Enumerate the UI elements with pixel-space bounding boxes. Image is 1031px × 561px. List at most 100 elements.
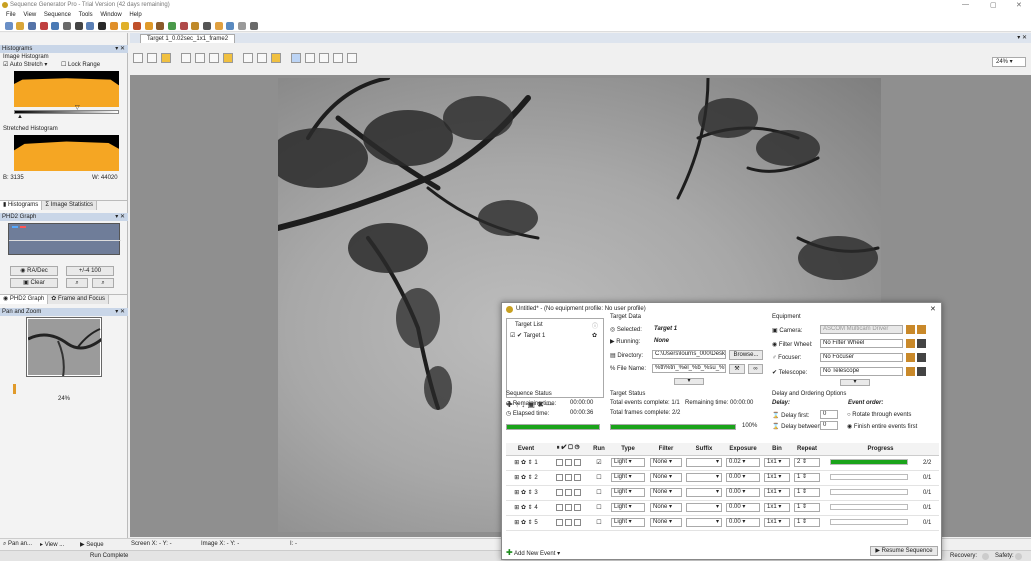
- zoom-fit-icon[interactable]: [209, 53, 219, 63]
- document-tab[interactable]: Target 1_0.02sec_1x1_frame2: [140, 34, 236, 43]
- browse-button[interactable]: Browse...: [729, 350, 763, 360]
- event-row[interactable]: ⊞ ✿ ⇕ 2 ☐ Light ▾ None ▾ ▾ 0.00 ▾ 1x1 ▾ 1 ⇕ 0/1: [506, 470, 939, 486]
- clock-icon[interactable]: [573, 503, 581, 511]
- camera-settings-icon[interactable]: [906, 325, 915, 334]
- telescope-icon[interactable]: [156, 22, 165, 30]
- equipment-expand-button[interactable]: ▾: [840, 379, 870, 386]
- tab-pan-zoom[interactable]: ⌕ Pan an...: [3, 541, 32, 548]
- clock-icon[interactable]: [573, 473, 581, 481]
- repeat-input[interactable]: 2 ⇕: [792, 455, 822, 471]
- run-checkbox[interactable]: ☐: [590, 515, 608, 531]
- new-icon[interactable]: [4, 22, 13, 30]
- filter-connect-icon[interactable]: [917, 339, 926, 348]
- phd2-close-icon[interactable]: ▾ ✕: [115, 213, 125, 221]
- filter-select[interactable]: None ▾: [648, 500, 684, 516]
- crop-icon[interactable]: [291, 53, 301, 63]
- delay-between-input[interactable]: 0: [820, 421, 838, 430]
- suffix-input[interactable]: ▾: [684, 515, 724, 531]
- type-select[interactable]: Light ▾: [608, 515, 648, 531]
- rotate-left-icon[interactable]: [243, 53, 253, 63]
- zoom-out-graph-button[interactable]: ⌕: [92, 278, 114, 288]
- sun-icon[interactable]: [121, 22, 130, 30]
- sigma-icon[interactable]: [74, 22, 83, 30]
- menu-file[interactable]: File: [6, 12, 16, 18]
- col-progress[interactable]: Progress: [822, 443, 939, 456]
- filename-preview-button[interactable]: ∞: [748, 364, 763, 374]
- flip-icon[interactable]: [271, 53, 281, 63]
- clear-button[interactable]: ▣ Clear: [10, 278, 58, 288]
- tab-image-statistics[interactable]: Σ Image Statistics: [42, 201, 98, 210]
- exposure-input[interactable]: 0.00 ▾: [724, 500, 762, 516]
- repeat-input[interactable]: 1 ⇕: [792, 515, 822, 531]
- menu-tools[interactable]: Tools: [79, 12, 93, 18]
- filter-select[interactable]: None ▾: [648, 515, 684, 531]
- menu-sequence[interactable]: Sequence: [44, 12, 71, 18]
- dome-icon[interactable]: [226, 22, 235, 30]
- camera-select[interactable]: ASCOM Multicam Driver: [820, 325, 903, 334]
- scale-button[interactable]: +/-4 100: [66, 266, 114, 276]
- col-filter[interactable]: Filter: [648, 443, 684, 456]
- zoom-select[interactable]: 24% ▾: [992, 57, 1026, 67]
- event-number-cell[interactable]: ⊞ ✿ ⇕ 5: [506, 515, 546, 531]
- run-checkbox[interactable]: ☐: [590, 470, 608, 486]
- chart-icon[interactable]: [63, 22, 72, 30]
- bin-select[interactable]: 1x1 ▾: [762, 485, 792, 501]
- grid-icon[interactable]: [51, 22, 60, 30]
- zoom-icon[interactable]: [86, 22, 95, 30]
- zoom-in-icon[interactable]: [181, 53, 191, 63]
- col-repeat[interactable]: Repeat: [792, 443, 822, 456]
- zoom-in-graph-button[interactable]: ⌕: [66, 278, 88, 288]
- star-icon[interactable]: [161, 53, 171, 63]
- bin-select[interactable]: 1x1 ▾: [762, 455, 792, 471]
- type-select[interactable]: Light ▾: [608, 455, 648, 471]
- add-new-event-button[interactable]: ✚ Add New Event ▾: [506, 548, 560, 557]
- frame-overlay-icon[interactable]: [347, 53, 357, 63]
- col-suffix[interactable]: Suffix: [684, 443, 724, 456]
- telescope-connect-icon[interactable]: [917, 367, 926, 376]
- filename-input[interactable]: %tl\%tn_%el_%b_%su_%fn: [652, 364, 726, 373]
- pause-icon[interactable]: [555, 503, 563, 511]
- layout-icon[interactable]: [249, 22, 258, 30]
- type-select[interactable]: Light ▾: [608, 485, 648, 501]
- tab-phd2-graph[interactable]: ◉ PHD2 Graph: [0, 295, 49, 304]
- col-type[interactable]: Type: [608, 443, 648, 456]
- suffix-input[interactable]: ▾: [684, 455, 724, 471]
- event-number-cell[interactable]: ⊞ ✿ ⇕ 1: [506, 455, 546, 471]
- close-icon[interactable]: ✕: [1016, 1, 1022, 9]
- resume-sequence-button[interactable]: ▶ Resume Sequence: [870, 546, 938, 556]
- run-checkbox[interactable]: ☐: [590, 500, 608, 516]
- filter-select[interactable]: None ▾: [648, 485, 684, 501]
- telescope-select[interactable]: No Telescope: [820, 367, 903, 376]
- event-row[interactable]: ⊞ ✿ ⇕ 3 ☐ Light ▾ None ▾ ▾ 0.00 ▾ 1x1 ▾ 1 ⇕ 0/1: [506, 485, 939, 501]
- check-icon[interactable]: [564, 518, 572, 526]
- delay-first-input[interactable]: 0: [820, 410, 838, 419]
- white-point-marker-icon[interactable]: ▽: [75, 104, 80, 111]
- tab-histograms[interactable]: ▮ Histograms: [0, 201, 43, 210]
- event-icons-cell[interactable]: [546, 470, 590, 486]
- histogram-slider[interactable]: [14, 110, 119, 114]
- black-point-marker-icon[interactable]: ▲: [17, 114, 23, 120]
- filter-settings-icon[interactable]: [906, 339, 915, 348]
- filter-icon[interactable]: [133, 22, 142, 30]
- pan-zoom-slider[interactable]: [13, 384, 16, 394]
- clock-icon[interactable]: [573, 488, 581, 496]
- event-number-cell[interactable]: ⊞ ✿ ⇕ 3: [506, 485, 546, 501]
- exposure-input[interactable]: 0.00 ▾: [724, 515, 762, 531]
- check-icon[interactable]: [564, 473, 572, 481]
- focuser-settings-icon[interactable]: [906, 353, 915, 362]
- suffix-input[interactable]: ▾: [684, 500, 724, 516]
- record-icon[interactable]: [179, 22, 188, 30]
- save-icon[interactable]: [28, 22, 37, 30]
- menu-window[interactable]: Window: [100, 12, 121, 18]
- directory-input[interactable]: C:\Users\lourns_000\Deskto: [652, 350, 726, 359]
- pause-icon[interactable]: [555, 518, 563, 526]
- event-row[interactable]: ⊞ ✿ ⇕ 4 ☐ Light ▾ None ▾ ▾ 0.00 ▾ 1x1 ▾ 1 ⇕ 0/1: [506, 500, 939, 516]
- auto-stretch-dropdown[interactable]: ☑ Auto Stretch ▾: [3, 61, 47, 68]
- back-arrow-icon[interactable]: [133, 53, 143, 63]
- pan-zoom-close-icon[interactable]: ▾ ✕: [115, 308, 125, 316]
- exposure-input[interactable]: 0.00 ▾: [724, 470, 762, 486]
- maximize-icon[interactable]: ▢: [990, 1, 997, 9]
- rotate-events-radio[interactable]: ○ Rotate through events: [847, 412, 911, 418]
- focuser-select[interactable]: No Focuser: [820, 353, 903, 362]
- camera-connect-icon[interactable]: [917, 325, 926, 334]
